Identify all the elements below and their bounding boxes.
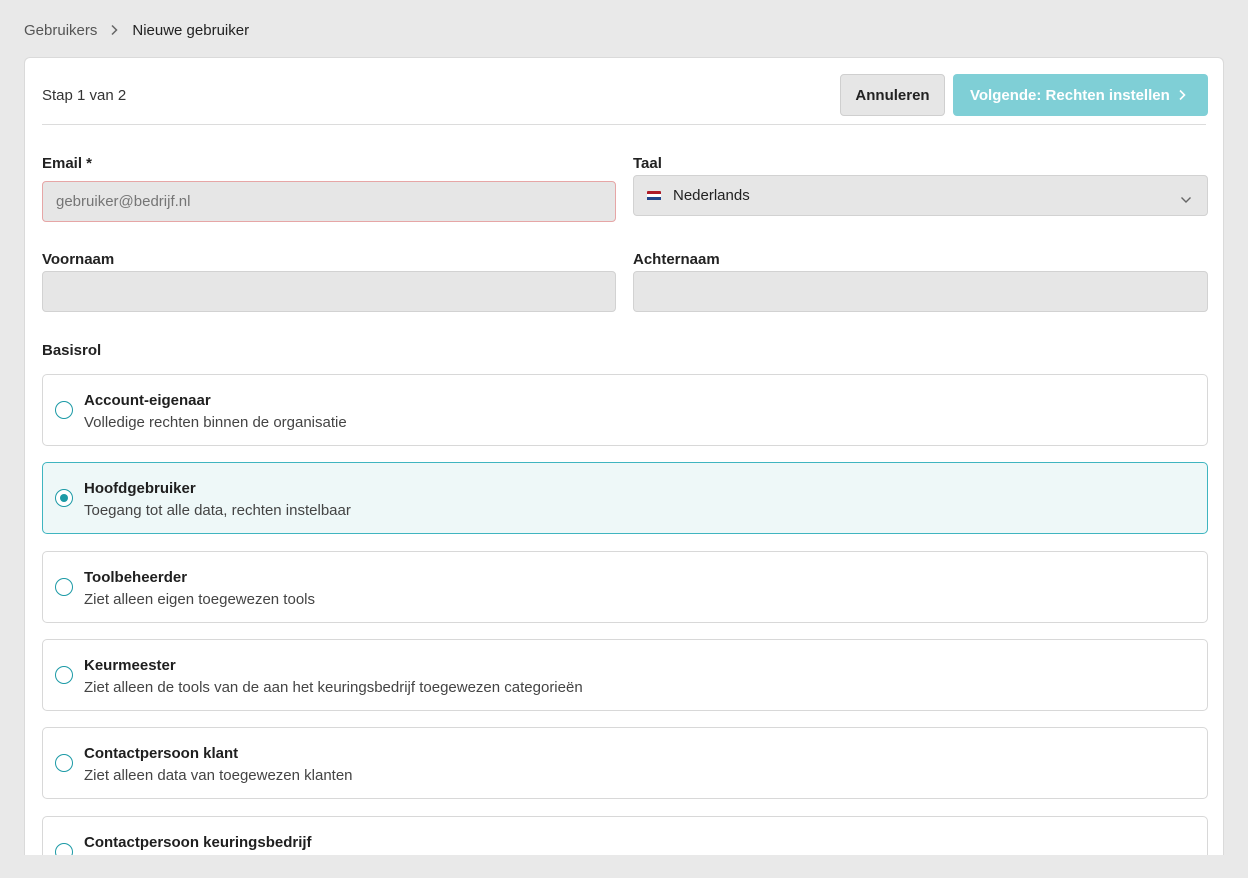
role-option[interactable]: Toolbeheerder Ziet alleen eigen toegeweze… [42, 551, 1208, 623]
window-bottom-edge [0, 855, 1248, 878]
chevron-right-icon [1178, 88, 1186, 105]
role-title: Account-eigenaar [84, 392, 211, 409]
role-title: Toolbeheerder [84, 569, 188, 586]
role-title: Hoofdgebruiker [84, 480, 196, 497]
role-radio[interactable] [55, 666, 73, 684]
role-description: Toegang tot alle data, rechten instelbaa… [84, 502, 351, 519]
breadcrumb: Gebruikers Nieuwe gebruiker [24, 20, 249, 40]
language-label: Taal [633, 155, 662, 172]
card-header: Stap 1 van 2 Annuleren Volgende: Rechten… [42, 58, 1208, 125]
role-title: Contactpersoon keuringsbedrijf [84, 834, 312, 851]
base-role-label: Basisrol [42, 342, 102, 359]
role-radio[interactable] [55, 578, 73, 596]
breadcrumb-item-current: Nieuwe gebruiker [132, 21, 250, 39]
role-description: Ziet alleen de tools van de aan het keur… [84, 679, 583, 696]
chevron-down-icon [1180, 191, 1192, 209]
role-title: Contactpersoon klant [84, 745, 239, 762]
email-field[interactable] [42, 181, 616, 222]
role-radio[interactable] [55, 754, 73, 772]
role-radio[interactable] [55, 489, 73, 507]
language-select[interactable]: Nederlands [633, 175, 1208, 216]
new-user-card: Stap 1 van 2 Annuleren Volgende: Rechten… [24, 57, 1224, 878]
role-description: Ziet alleen eigen toegewezen tools [84, 591, 315, 608]
chevron-right-icon [110, 24, 118, 36]
firstname-label: Voornaam [42, 251, 115, 268]
role-title: Keurmeester [84, 657, 176, 674]
role-radio[interactable] [55, 401, 73, 419]
role-option[interactable]: Contactpersoon klant Ziet alleen data van… [42, 727, 1208, 799]
flag-nl-icon [647, 190, 661, 201]
role-option[interactable]: Keurmeester Ziet alleen de tools van de a… [42, 639, 1208, 711]
cancel-button[interactable]: Annuleren [840, 74, 945, 116]
lastname-label: Achternaam [633, 251, 720, 268]
role-option[interactable]: Account-eigenaar Volledige rechten binnen… [42, 374, 1208, 446]
lastname-field[interactable] [633, 271, 1208, 312]
role-option[interactable]: Hoofdgebruiker Toegang tot alle data, rec… [42, 462, 1208, 534]
email-label: Email * [42, 155, 93, 172]
role-description: Volledige rechten binnen de organisatie [84, 414, 347, 431]
language-select-value: Nederlands [673, 187, 750, 204]
breadcrumb-item-gebruikers[interactable]: Gebruikers [24, 22, 97, 39]
next-step-button[interactable]: Volgende: Rechten instellen [953, 74, 1208, 116]
firstname-field[interactable] [42, 271, 616, 312]
step-indicator: Stap 1 van 2 [42, 87, 127, 104]
next-step-label: Volgende: Rechten instellen [970, 86, 1170, 104]
role-description: Ziet alleen data van toegewezen klanten [84, 767, 353, 784]
